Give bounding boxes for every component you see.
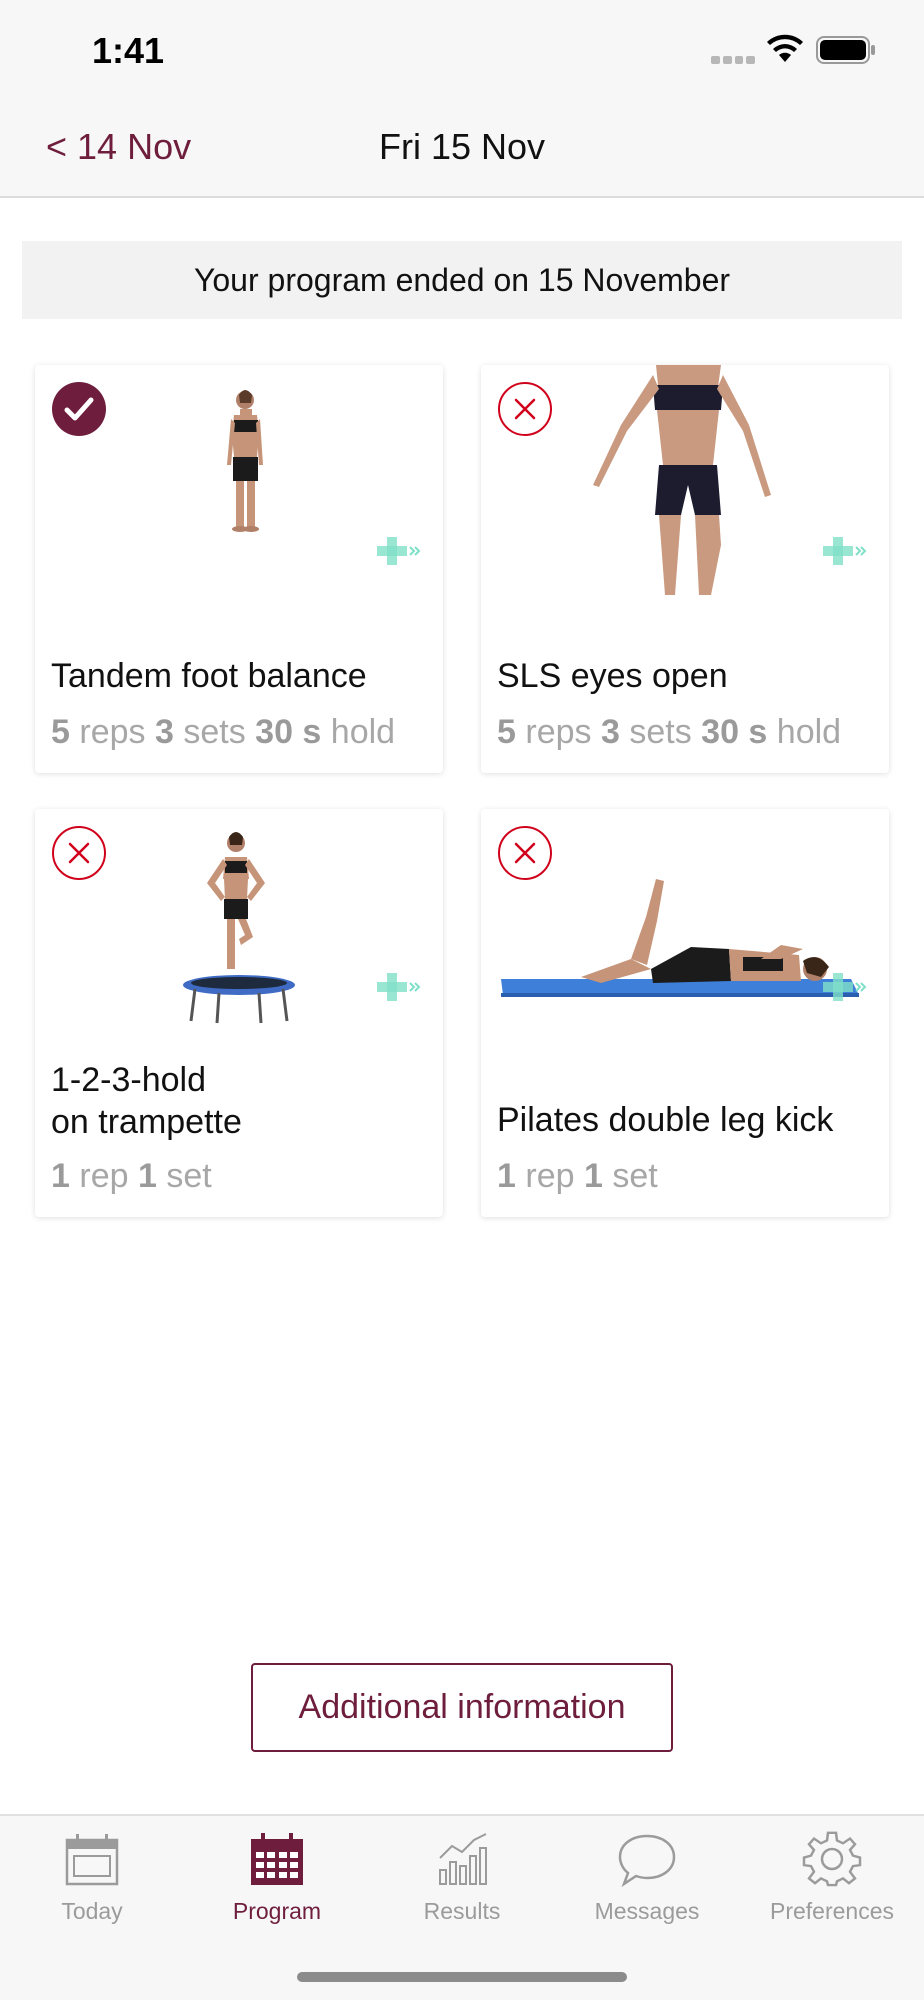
wifi-icon [767, 34, 803, 62]
exercise-dosage: 1 rep 1 set [497, 1157, 658, 1195]
speech-bubble-icon [618, 1834, 676, 1888]
missed-x-icon [498, 382, 552, 436]
exercise-title: Pilates double leg kick [497, 1101, 834, 1139]
add-to-favorites-icon[interactable] [375, 535, 421, 567]
exercise-card-1-2-3-hold-on-trampette[interactable]: 1-2-3-hold on trampette 1 rep 1 set [35, 809, 443, 1217]
add-to-favorites-icon[interactable] [375, 971, 421, 1003]
additional-information-button[interactable]: Additional information [251, 1663, 673, 1752]
tab-results[interactable]: Results [370, 1830, 554, 1940]
tab-label: Today [61, 1898, 123, 1924]
exercise-card-sls-eyes-open[interactable]: SLS eyes open 5 reps 3 sets 30 s hold [481, 365, 889, 773]
cellular-signal-icon [711, 56, 755, 64]
calendar-icon [65, 1834, 119, 1886]
exercise-title: Tandem foot balance [51, 657, 367, 695]
missed-x-icon [52, 826, 106, 880]
exercise-dosage: 1 rep 1 set [51, 1157, 212, 1195]
add-to-favorites-icon[interactable] [821, 535, 867, 567]
home-indicator [297, 1972, 627, 1982]
status-bar: 1:41 [0, 0, 924, 98]
exercise-dosage: 5 reps 3 sets 30 s hold [497, 713, 842, 751]
calendar-grid-icon [251, 1833, 303, 1885]
exercise-title-line-2: on trampette [51, 1103, 242, 1141]
tab-label: Program [232, 1898, 322, 1924]
tab-preferences[interactable]: Preferences [740, 1830, 924, 1940]
tab-today[interactable]: Today [0, 1830, 184, 1940]
navigation-bar: < 14 Nov Fri 15 Nov [0, 98, 924, 198]
tab-label: Messages [594, 1898, 700, 1924]
status-time: 1:41 [92, 30, 165, 71]
add-to-favorites-icon[interactable] [821, 971, 867, 1003]
program-ended-banner: Your program ended on 15 November [22, 241, 902, 319]
battery-icon [816, 36, 875, 64]
missed-x-icon [498, 826, 552, 880]
exercise-title: SLS eyes open [497, 657, 728, 695]
tab-program[interactable]: Program [185, 1830, 369, 1940]
page-title: Fri 15 Nov [378, 126, 546, 167]
tab-label: Preferences [769, 1898, 894, 1924]
exercise-title: 1-2-3-hold on trampette [51, 1059, 431, 1143]
tab-messages[interactable]: Messages [555, 1830, 739, 1940]
exercise-dosage: 5 reps 3 sets 30 s hold [51, 713, 396, 751]
exercise-card-pilates-double-leg-kick[interactable]: Pilates double leg kick 1 rep 1 set [481, 809, 889, 1217]
exercise-title-line-1: 1-2-3-hold [51, 1061, 206, 1099]
tab-label: Results [423, 1898, 501, 1924]
exercise-card-tandem-foot-balance[interactable]: Tandem foot balance 5 reps 3 sets 30 s h… [35, 365, 443, 773]
chart-icon [439, 1833, 487, 1885]
completed-check-icon [52, 382, 106, 436]
gear-icon [802, 1831, 862, 1887]
